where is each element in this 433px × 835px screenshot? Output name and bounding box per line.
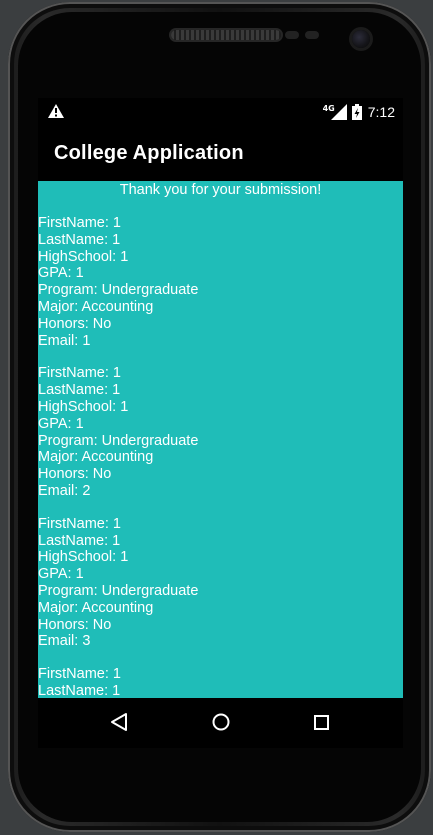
back-triangle-icon[interactable] [110, 712, 128, 732]
battery-charging-icon [351, 104, 362, 120]
record-field: Email: 3 [38, 633, 91, 650]
record-field: GPA: 1 [38, 265, 84, 282]
record-field: FirstName: 1 [38, 515, 121, 532]
record-field: Major: Accounting [38, 298, 154, 315]
record-field: FirstName: 1 [38, 215, 121, 231]
submission-content[interactable]: Thank you for your submission! FirstName… [38, 181, 403, 698]
record-field: LastName: 1 [38, 682, 121, 698]
navigation-bar [38, 698, 403, 746]
record-field: Major: Accounting [38, 449, 154, 466]
content-scroll: Thank you for your submission! FirstName… [38, 181, 403, 698]
app-bar: College Application [38, 126, 403, 181]
home-circle-icon[interactable] [212, 713, 230, 731]
record-field: FirstName: 1 [38, 666, 121, 683]
clock: 7:12 [367, 104, 395, 120]
record-field: Major: Accounting [38, 599, 154, 616]
record-field: FirstName: 1 [38, 365, 121, 382]
record-field: HighSchool: 1 [38, 248, 129, 265]
record-field: HighSchool: 1 [38, 549, 129, 566]
network-type: 4G [322, 103, 335, 113]
record-field: Program: Undergraduate [38, 582, 199, 599]
record-field: Program: Undergraduate [38, 432, 199, 449]
record-field: HighSchool: 1 [38, 398, 129, 415]
front-camera [352, 30, 370, 48]
record-field: Honors: No [38, 315, 112, 332]
record-field: GPA: 1 [38, 566, 84, 583]
record-field: Honors: No [38, 616, 112, 633]
submission-record: FirstName: 1 LastName: 1 HighSchool: 1 G… [38, 215, 403, 349]
record-field: Email: 1 [38, 332, 91, 349]
record-field: Email: 2 [38, 482, 91, 499]
submission-record: FirstName: 1 LastName: 1 HighSchool: 1 G… [38, 365, 403, 499]
proximity-sensor [285, 31, 299, 39]
warning-icon [48, 104, 64, 118]
status-bar: 4G 7:12 [38, 98, 403, 126]
record-field: LastName: 1 [38, 231, 121, 248]
record-field: LastName: 1 [38, 382, 121, 399]
app-title: College Application [54, 142, 244, 164]
record-field: GPA: 1 [38, 415, 84, 432]
record-field: LastName: 1 [38, 532, 121, 549]
device-screen: 4G 7:12 College Application Thank you fo… [38, 98, 403, 748]
recents-square-icon[interactable] [314, 715, 329, 730]
light-sensor [305, 31, 319, 39]
record-field: Program: Undergraduate [38, 282, 199, 299]
submission-record: FirstName: 1 LastName: 1 HighSchool: 1 G… [38, 516, 403, 650]
earpiece-speaker [171, 30, 281, 40]
submission-record: FirstName: 1 LastName: 1 [38, 666, 403, 698]
record-field: Honors: No [38, 466, 112, 483]
thank-you-message: Thank you for your submission! [119, 182, 322, 198]
status-icons: 4G 7:12 [323, 102, 395, 122]
